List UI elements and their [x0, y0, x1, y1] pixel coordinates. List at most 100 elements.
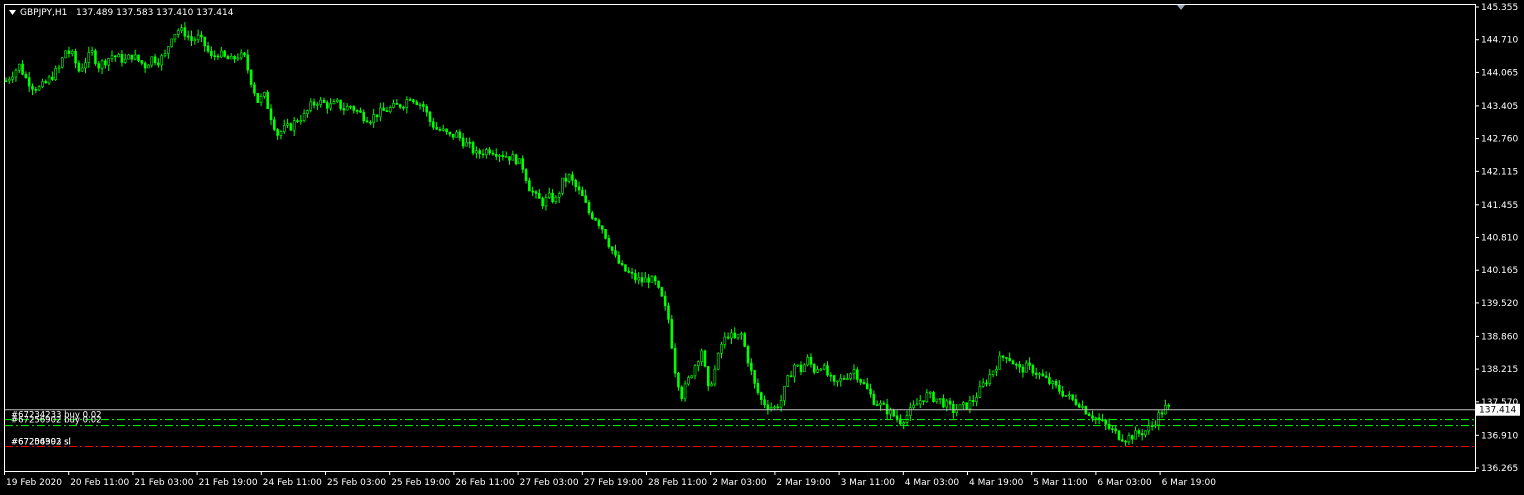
y-tick-label: 141.455: [1481, 201, 1518, 211]
candle-body: [597, 219, 601, 227]
candle-body: [220, 50, 223, 58]
candle-body: [663, 295, 667, 307]
candle-body: [912, 404, 915, 409]
candle-body: [1051, 381, 1055, 384]
x-tick-label: 26 Feb 11:00: [455, 478, 514, 488]
candle-body: [647, 277, 650, 283]
candle-body: [1147, 425, 1151, 432]
candle-body: [74, 50, 77, 64]
candle-body: [577, 186, 581, 191]
candle-body: [793, 364, 796, 378]
candle-body: [769, 407, 773, 410]
candle-body: [47, 76, 51, 84]
candle-body: [77, 62, 81, 72]
candle-body: [173, 34, 177, 40]
candle-body: [971, 400, 975, 402]
candle-body: [591, 212, 594, 219]
x-tick-label: 27 Feb 03:00: [520, 478, 579, 488]
candle-body: [687, 377, 690, 385]
candle-body: [445, 128, 448, 133]
candle-body: [143, 62, 147, 69]
candle-body: [117, 54, 120, 58]
candle-body: [650, 276, 654, 283]
x-tick-label: 4 Mar 19:00: [969, 478, 1024, 488]
candle-body: [1111, 428, 1114, 430]
candle-body: [382, 107, 385, 111]
candle-body: [388, 107, 392, 112]
candle-body: [783, 385, 786, 401]
candle-body: [1021, 366, 1025, 373]
candle-body: [494, 153, 498, 157]
candle-body: [412, 99, 415, 103]
chart-background: [0, 0, 1524, 495]
candle-body: [461, 137, 465, 147]
y-tick-label: 143.405: [1481, 102, 1518, 112]
candle-body: [432, 121, 435, 128]
symbol-label: GBPJPY,H1: [20, 8, 67, 18]
candle-body: [51, 76, 54, 80]
candle-body: [859, 379, 862, 383]
candle-body: [846, 378, 849, 380]
candle-body: [352, 106, 356, 111]
candle-body: [263, 92, 266, 97]
x-tick-label: 5 Mar 11:00: [1033, 478, 1088, 488]
candle-body: [455, 131, 458, 138]
candle-body: [726, 336, 730, 339]
candle-body: [24, 74, 28, 79]
candle-body: [1127, 435, 1131, 443]
candle-body: [226, 56, 230, 60]
candle-body: [561, 177, 564, 194]
candle-body: [776, 406, 780, 409]
candle-body: [150, 56, 154, 66]
candle-body: [1048, 377, 1051, 384]
candle-body: [243, 52, 246, 56]
price-chart[interactable]: GBPJPY,H1 137.489 137.583 137.410 137.41…: [0, 0, 1524, 495]
candle-body: [812, 364, 816, 373]
candle-body: [514, 154, 518, 165]
candle-body: [253, 84, 256, 94]
candle-body: [981, 382, 985, 387]
candle-body: [723, 336, 727, 345]
candle-body: [816, 369, 819, 373]
y-tick-label: 136.265: [1481, 464, 1518, 474]
candle-body: [1041, 373, 1045, 377]
candle-body: [928, 391, 932, 394]
candle-body: [581, 189, 584, 197]
candle-body: [759, 392, 763, 400]
candle-body: [879, 402, 882, 406]
ohlc-readout: 137.489 137.583 137.410 137.414: [76, 8, 234, 18]
candle-body: [64, 50, 67, 59]
candle-body: [697, 361, 700, 367]
candle-body: [239, 52, 243, 59]
candle-body: [282, 125, 286, 132]
candle-body: [299, 120, 303, 122]
candle-body: [210, 50, 213, 56]
candle-body: [667, 305, 670, 320]
candle-body: [985, 382, 988, 385]
candle-body: [975, 397, 978, 402]
candle-body: [932, 391, 935, 402]
candle-body: [872, 393, 876, 405]
candle-body: [481, 153, 485, 156]
y-tick-label: 137.570: [1481, 398, 1518, 408]
candle-body: [1077, 404, 1081, 408]
candle-body: [740, 333, 743, 335]
candle-body: [852, 369, 856, 375]
candle-body: [114, 55, 117, 58]
candle-body: [779, 400, 783, 408]
candle-body: [345, 106, 349, 111]
candle-body: [342, 108, 346, 111]
y-tick-label: 144.710: [1481, 36, 1518, 46]
candle-body: [895, 415, 899, 420]
x-tick-label: 21 Feb 19:00: [199, 478, 258, 488]
candle-body: [14, 69, 18, 78]
candle-body: [978, 386, 982, 398]
x-tick-label: 25 Feb 03:00: [327, 478, 386, 488]
x-tick-label: 6 Mar 19:00: [1162, 478, 1217, 488]
candle-body: [392, 103, 395, 108]
candle-body: [1034, 372, 1038, 375]
candle-body: [710, 383, 713, 387]
x-tick-label: 28 Feb 11:00: [648, 478, 707, 488]
candle-body: [133, 54, 137, 60]
candle-body: [110, 55, 114, 59]
